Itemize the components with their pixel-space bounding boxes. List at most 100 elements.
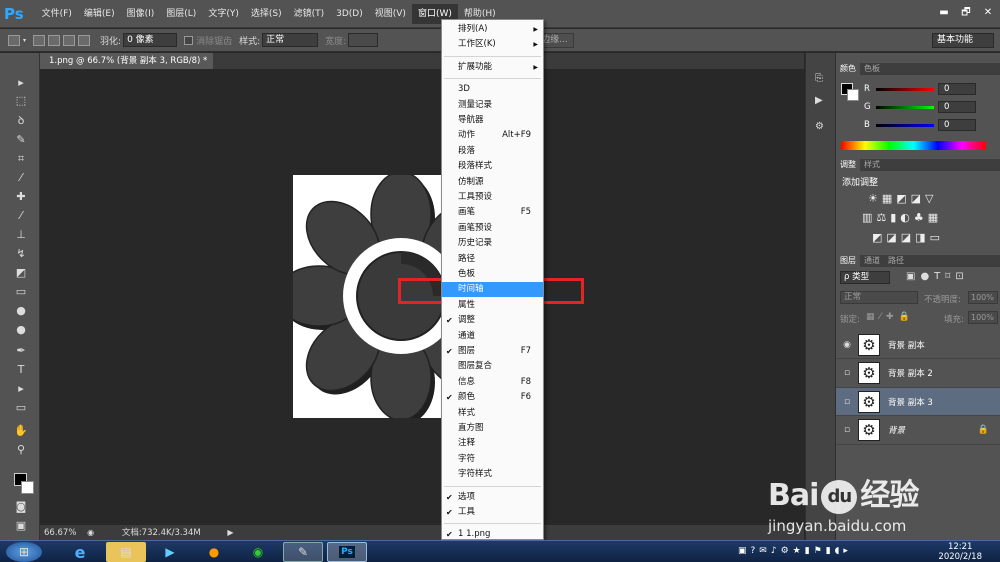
- lasso-tool-icon[interactable]: ꝺ: [12, 113, 30, 129]
- pen-tool-icon[interactable]: ✒: [12, 343, 30, 359]
- window-menu-item-30[interactable]: 字符样式: [442, 467, 543, 482]
- window-menu-item-28[interactable]: 注释: [442, 436, 543, 451]
- window-menu-item-29[interactable]: 字符: [442, 452, 543, 467]
- width-input[interactable]: [348, 33, 379, 47]
- adjustment-icons-row-1[interactable]: ☀▦◩◪▽: [868, 192, 938, 205]
- tab-paths[interactable]: 路径: [884, 255, 908, 267]
- healing-tool-icon[interactable]: ✚: [12, 189, 30, 205]
- window-menu-item-33[interactable]: 工具 ✔: [442, 505, 543, 520]
- menu-item-0[interactable]: 文件(F): [36, 4, 78, 24]
- quick-mask-icon[interactable]: ◙: [12, 499, 30, 515]
- status-info-icon[interactable]: ◉: [87, 528, 94, 537]
- zoom-tool-icon[interactable]: ⚲: [12, 442, 30, 458]
- window-menu-item-15[interactable]: 历史记录: [442, 236, 543, 251]
- tab-color[interactable]: 颜色: [836, 63, 860, 75]
- opacity-input[interactable]: 100%: [968, 291, 998, 304]
- tab-swatches[interactable]: 色板: [860, 63, 884, 75]
- properties-panel-icon[interactable]: ⚙: [815, 121, 824, 132]
- type-tool-icon[interactable]: T: [12, 362, 30, 378]
- document-tab[interactable]: 1.png @ 66.7% (背景 副本 3, RGB/8) * ×: [40, 53, 213, 82]
- crop-tool-icon[interactable]: ⌗: [12, 151, 30, 167]
- close-button[interactable]: ✕: [978, 6, 998, 20]
- window-menu-item-3[interactable]: 扩展功能 ▶: [442, 60, 543, 75]
- marquee-tool-icon[interactable]: ⬚: [12, 93, 30, 109]
- menu-item-5[interactable]: 选择(S): [245, 4, 288, 24]
- window-menu-item-32[interactable]: 选项 ✔: [442, 490, 543, 505]
- eraser-tool-icon[interactable]: ◩: [12, 265, 30, 281]
- layer-row[interactable]: ▫ ⚙ 背景 副本 3: [836, 388, 1000, 416]
- green-value[interactable]: 0: [938, 101, 976, 113]
- file-explorer-icon[interactable]: ▤: [106, 542, 146, 562]
- window-menu-item-5[interactable]: 3D: [442, 82, 543, 97]
- window-menu-item-21[interactable]: 通道: [442, 329, 543, 344]
- feather-input[interactable]: 0 像素: [123, 33, 178, 47]
- window-menu-item-6[interactable]: 测量记录: [442, 98, 543, 113]
- window-menu-item-7[interactable]: 导航器: [442, 113, 543, 128]
- blur-tool-icon[interactable]: ●: [12, 303, 30, 319]
- window-menu-item-14[interactable]: 画笔预设: [442, 221, 543, 236]
- menu-item-1[interactable]: 编辑(E): [78, 4, 121, 24]
- actions-panel-icon[interactable]: ▶: [815, 95, 823, 106]
- zoom-level[interactable]: 66.67%: [44, 528, 76, 538]
- window-menu-item-25[interactable]: 颜色 ✔ F6: [442, 390, 543, 405]
- antialias-checkbox[interactable]: 消除锯齿: [184, 34, 232, 47]
- window-menu-item-24[interactable]: 信息 F8: [442, 375, 543, 390]
- minimize-button[interactable]: ▬: [934, 6, 954, 20]
- window-menu-item-19[interactable]: 属性: [442, 298, 543, 313]
- color-spectrum-ramp[interactable]: [841, 141, 986, 150]
- window-menu-item-20[interactable]: 调整 ✔: [442, 313, 543, 328]
- stamp-tool-icon[interactable]: ⊥: [12, 227, 30, 243]
- background-color-swatch[interactable]: [21, 481, 34, 494]
- window-menu-item-23[interactable]: 图层复合: [442, 359, 543, 374]
- screen-mode-icon[interactable]: ▣: [12, 518, 30, 534]
- window-menu-item-9[interactable]: 段落: [442, 144, 543, 159]
- window-menu-item-0[interactable]: 排列(A) ▶: [442, 22, 543, 37]
- layer-row[interactable]: ◉ ⚙ 背景 副本: [836, 331, 1000, 359]
- window-menu-item-12[interactable]: 工具预设: [442, 190, 543, 205]
- window-menu-item-10[interactable]: 段落样式: [442, 159, 543, 174]
- ie-browser-icon[interactable]: e: [60, 542, 100, 562]
- eye-icon[interactable]: ◉: [836, 340, 858, 350]
- window-menu-item-8[interactable]: 动作 Alt+F9: [442, 128, 543, 143]
- window-menu-item-16[interactable]: 路径: [442, 252, 543, 267]
- taskbar-clock[interactable]: 12:21 2020/2/18: [938, 542, 982, 562]
- paint-app-icon[interactable]: ✎: [283, 542, 323, 562]
- green-slider[interactable]: G0: [864, 100, 976, 114]
- layer-filter-select[interactable]: ρ 类型: [840, 271, 890, 284]
- adjustment-icons-row-2[interactable]: ▥⚖▮◐♣▦: [862, 211, 942, 224]
- window-menu-item-27[interactable]: 直方图: [442, 421, 543, 436]
- window-menu-item-1[interactable]: 工作区(K) ▶: [442, 37, 543, 52]
- window-menu-item-26[interactable]: 样式: [442, 406, 543, 421]
- red-value[interactable]: 0: [938, 83, 976, 95]
- tab-styles[interactable]: 样式: [860, 159, 884, 171]
- rectangle-tool-icon[interactable]: ▭: [12, 400, 30, 416]
- gradient-tool-icon[interactable]: ▭: [12, 284, 30, 300]
- path-select-tool-icon[interactable]: ▸: [12, 381, 30, 397]
- marquee-tool-preset[interactable]: ▾: [8, 34, 26, 46]
- style-select[interactable]: 正常: [262, 33, 319, 47]
- system-tray-icons[interactable]: ▣?✉♪⚙★▮⚑▮◖▸: [738, 546, 852, 556]
- chrome-icon[interactable]: ◉: [238, 542, 278, 562]
- window-menu-item-22[interactable]: 图层 ✔ F7: [442, 344, 543, 359]
- firefox-icon[interactable]: ●: [194, 542, 234, 562]
- brush-tool-icon[interactable]: ⁄: [12, 208, 30, 224]
- color-bg-swatch[interactable]: [847, 89, 859, 101]
- menu-item-6[interactable]: 滤镜(T): [288, 4, 331, 24]
- move-tool-icon[interactable]: ▸: [12, 75, 30, 91]
- red-slider[interactable]: R0: [864, 82, 976, 96]
- history-panel-icon[interactable]: ⎘: [815, 73, 823, 84]
- dodge-tool-icon[interactable]: ●: [12, 322, 30, 338]
- blend-mode-select[interactable]: 正常: [840, 291, 918, 304]
- window-menu-item-11[interactable]: 仿制源: [442, 175, 543, 190]
- blue-value[interactable]: 0: [938, 119, 976, 131]
- hidden-eye-icon[interactable]: ▫: [836, 397, 858, 407]
- selection-mode-icons[interactable]: [33, 34, 93, 46]
- window-menu-item-18[interactable]: 时间轴: [442, 282, 543, 298]
- menu-item-8[interactable]: 视图(V): [369, 4, 412, 24]
- layer-row[interactable]: ▫ ⚙ 背景 副本 2: [836, 360, 1000, 388]
- start-button[interactable]: ⊞: [6, 542, 42, 562]
- photoshop-taskbar-icon[interactable]: Ps: [327, 542, 367, 562]
- layer-row[interactable]: ▫ ⚙ 背景 🔒: [836, 417, 1000, 445]
- window-menu-item-17[interactable]: 色板: [442, 267, 543, 282]
- hand-tool-icon[interactable]: ✋: [12, 423, 30, 439]
